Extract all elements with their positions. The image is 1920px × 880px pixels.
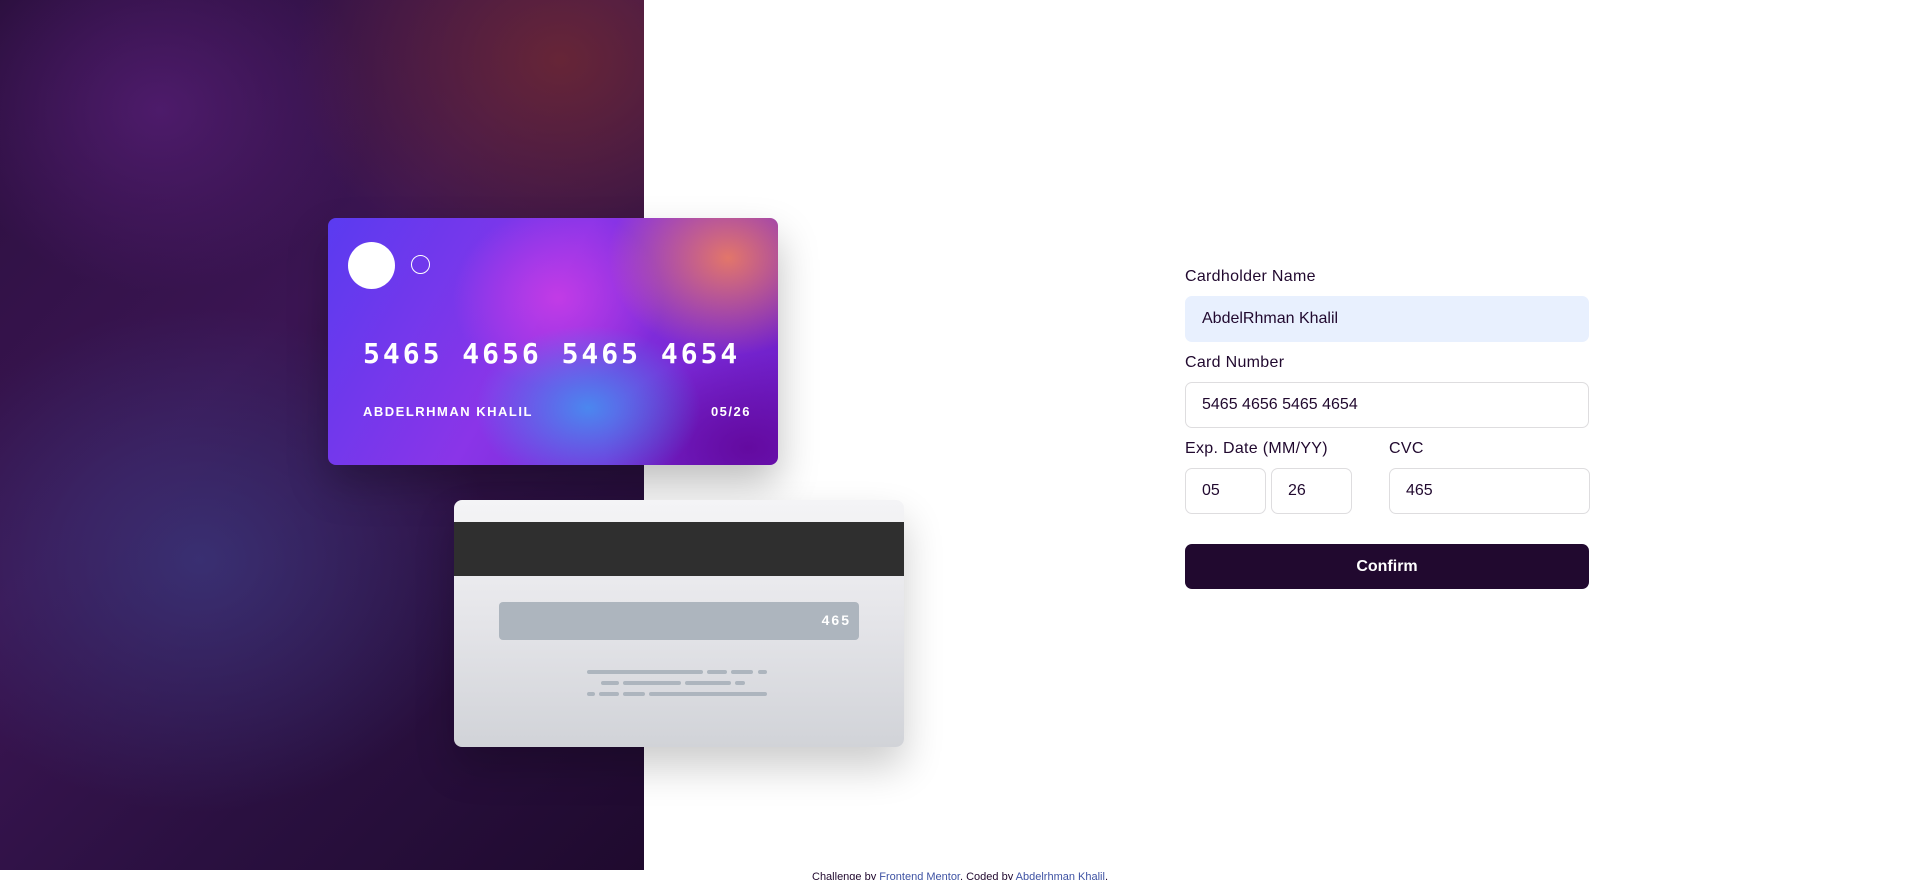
card-front-expiry: 05/26: [711, 404, 751, 419]
card-back-magnetic-stripe: [454, 522, 904, 576]
card-front-number: 5465 4656 5465 4654: [363, 337, 741, 370]
card-logo-circle-filled: [348, 242, 395, 289]
attribution-footer: Challenge by Frontend Mentor. Coded by A…: [0, 871, 1920, 880]
expiry-month-input[interactable]: [1185, 468, 1266, 514]
card-details-form: Cardholder Name Card Number Exp. Date (M…: [1185, 268, 1590, 589]
card-front-exp-month: 05: [710, 404, 729, 419]
card-back: 465: [454, 500, 904, 747]
expiry-inputs: [1185, 468, 1352, 514]
card-back-signature-strip: 465: [499, 602, 859, 640]
cvc-group: CVC: [1389, 440, 1590, 514]
cardholder-name-input[interactable]: [1185, 296, 1589, 342]
footer-suffix: .: [1104, 871, 1108, 880]
author-link[interactable]: Abdelrhman Khalil: [1016, 871, 1105, 880]
card-back-fine-print-lines: [587, 670, 777, 700]
footer-prefix: Challenge by: [812, 871, 880, 880]
card-front-holder: ABDELRHMAN KHALIL: [363, 404, 533, 419]
confirm-button[interactable]: Confirm: [1185, 544, 1589, 589]
card-number-group: Card Number: [1185, 354, 1589, 428]
cardholder-name-label: Cardholder Name: [1185, 268, 1316, 285]
expiry-year-input[interactable]: [1271, 468, 1352, 514]
card-back-cvc: 465: [821, 612, 851, 628]
card-number-input[interactable]: [1185, 382, 1589, 428]
footer-middle: . Coded by: [960, 871, 1016, 880]
cvc-label: CVC: [1389, 440, 1424, 457]
card-front: 5465 4656 5465 4654 ABDELRHMAN KHALIL 05…: [328, 218, 778, 465]
card-logo-circle-outline: [411, 255, 430, 274]
expiry-group: Exp. Date (MM/YY): [1185, 440, 1352, 514]
cardholder-name-group: Cardholder Name: [1185, 268, 1589, 342]
expiry-label: Exp. Date (MM/YY): [1185, 440, 1328, 457]
frontend-mentor-link[interactable]: Frontend Mentor: [879, 871, 960, 880]
page: 5465 4656 5465 4654 ABDELRHMAN KHALIL 05…: [0, 0, 1920, 880]
expiry-cvc-row: Exp. Date (MM/YY) CVC: [1185, 440, 1590, 514]
cvc-input[interactable]: [1389, 468, 1590, 514]
card-front-exp-year: 26: [733, 404, 751, 419]
card-number-label: Card Number: [1185, 354, 1285, 371]
